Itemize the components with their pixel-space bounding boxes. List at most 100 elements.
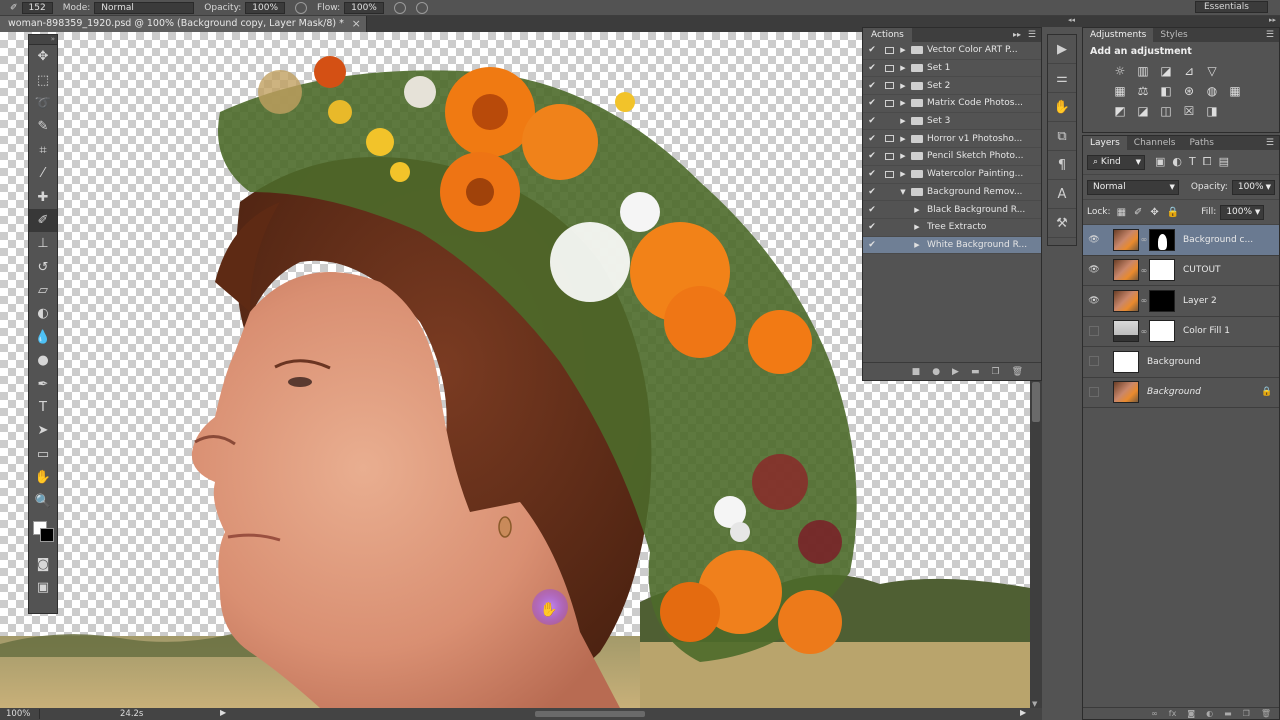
action-item[interactable]: ✔ ▶ Tree Extracto xyxy=(863,219,1041,237)
toggle-check-icon[interactable]: ✔ xyxy=(863,134,881,144)
brush-tool-icon[interactable]: ✐ xyxy=(29,208,57,233)
dialog-toggle-icon[interactable] xyxy=(881,44,897,56)
chevron-right-icon[interactable]: ▶ xyxy=(897,64,909,72)
dialog-toggle-icon[interactable] xyxy=(881,239,897,251)
dialog-toggle-icon[interactable] xyxy=(881,204,897,216)
toggle-check-icon[interactable]: ✔ xyxy=(863,63,881,73)
history-panel-icon[interactable]: ⧉ xyxy=(1048,122,1076,151)
shape-tool-icon[interactable]: ▭ xyxy=(29,443,57,466)
paint-bucket-tool-icon[interactable]: ◐ xyxy=(29,302,57,325)
chain-link-icon[interactable]: ∞ xyxy=(1139,266,1149,275)
dialog-toggle-icon[interactable] xyxy=(881,115,897,127)
zoom-tool-icon[interactable]: 🔍 xyxy=(29,489,57,512)
tool-presets-icon[interactable]: ⚒ xyxy=(1048,209,1076,238)
dialog-toggle-icon[interactable] xyxy=(881,221,897,233)
paragraph-panel-icon[interactable]: ¶ xyxy=(1048,151,1076,180)
opacity-field[interactable]: 100% xyxy=(245,1,286,14)
layer-thumbnail[interactable] xyxy=(1113,228,1139,251)
toggle-check-icon[interactable]: ✔ xyxy=(863,187,881,197)
toggle-check-icon[interactable]: ✔ xyxy=(863,240,881,250)
blend-mode-select[interactable]: Normal ▼ xyxy=(1087,179,1179,195)
layer-mask-thumbnail[interactable] xyxy=(1149,320,1175,343)
blur-tool-icon[interactable]: 💧 xyxy=(29,326,57,349)
action-item[interactable]: ✔ ▶ Set 2 xyxy=(863,77,1041,96)
adjustment-type-icon[interactable]: ◨ xyxy=(1205,104,1219,118)
properties-panel-icon[interactable]: ⚌ xyxy=(1048,64,1076,93)
panel-menu-icon[interactable]: ☰ xyxy=(1028,28,1036,42)
visibility-eye-icon[interactable] xyxy=(1083,356,1105,367)
adjustment-type-icon[interactable]: ⊛ xyxy=(1182,84,1196,98)
lock-all-icon[interactable]: 🔒 xyxy=(1167,207,1179,218)
layer-name[interactable]: Background c... xyxy=(1183,235,1279,245)
chain-link-icon[interactable]: ∞ xyxy=(1139,235,1149,244)
airbrush-icon[interactable] xyxy=(393,1,406,14)
layer-name[interactable]: CUTOUT xyxy=(1183,265,1279,275)
adjustment-type-icon[interactable]: ◍ xyxy=(1205,84,1219,98)
workspace-switcher[interactable]: Essentials xyxy=(1194,1,1268,13)
visibility-eye-icon[interactable] xyxy=(1083,325,1105,337)
layer-row[interactable]: ∞ Color Fill 1 xyxy=(1083,317,1279,347)
chevron-right-icon[interactable]: ▶ xyxy=(897,82,909,90)
dialog-toggle-icon[interactable] xyxy=(881,168,897,180)
layer-opacity-field[interactable]: 100% ▼ xyxy=(1231,179,1275,195)
chain-link-icon[interactable]: ∞ xyxy=(1139,327,1149,336)
shape-filter-icon[interactable]: ⧠ xyxy=(1203,155,1212,169)
layer-name[interactable]: Layer 2 xyxy=(1183,296,1279,306)
adjustment-type-icon[interactable]: ☼ xyxy=(1113,64,1127,78)
chevron-right-icon[interactable]: ▶ xyxy=(897,152,909,160)
toggle-check-icon[interactable]: ✔ xyxy=(863,98,881,108)
panel-menu-icon[interactable]: ☰ xyxy=(1266,136,1274,150)
layer-fill-field[interactable]: 100% ▼ xyxy=(1220,204,1265,220)
chevron-right-icon[interactable]: ▶ xyxy=(911,206,923,214)
toggle-check-icon[interactable]: ✔ xyxy=(863,81,881,91)
dialog-toggle-icon[interactable] xyxy=(881,97,897,109)
status-menu-arrow-icon[interactable]: ▶ xyxy=(220,708,226,717)
adjustment-type-icon[interactable]: ⚖ xyxy=(1136,84,1150,98)
action-item[interactable]: ✔ ▶ Pencil Sketch Photo... xyxy=(863,148,1041,166)
layer-row[interactable]: 👁 ∞ CUTOUT xyxy=(1083,256,1279,286)
quick-select-tool-icon[interactable]: ✎ xyxy=(29,115,57,138)
adjustment-type-icon[interactable]: ▦ xyxy=(1228,84,1242,98)
lasso-tool-icon[interactable]: ➰ xyxy=(29,92,57,115)
crop-tool-icon[interactable]: ⌗ xyxy=(29,139,57,162)
tab-paths[interactable]: Paths xyxy=(1182,136,1220,150)
tab-channels[interactable]: Channels xyxy=(1127,136,1183,150)
adjustment-type-icon[interactable]: ◪ xyxy=(1136,104,1150,118)
adjustment-type-icon[interactable]: ▦ xyxy=(1113,84,1127,98)
scroll-right-icon[interactable]: ▶ xyxy=(1020,708,1026,717)
brush-preset-picker[interactable]: ✐ 152 xyxy=(10,1,53,14)
layer-mask-thumbnail[interactable] xyxy=(1149,228,1175,251)
smart-object-filter-icon[interactable]: ▤ xyxy=(1219,155,1229,169)
tab-adjustments[interactable]: Adjustments xyxy=(1083,28,1154,42)
chevron-down-icon[interactable]: ▼ xyxy=(897,188,909,196)
move-tool-icon[interactable]: ✥ xyxy=(29,45,57,68)
document-info[interactable]: 24.2s xyxy=(120,709,143,719)
adjustment-type-icon[interactable]: ▽ xyxy=(1205,64,1219,78)
pen-tool-icon[interactable]: ✒ xyxy=(29,372,57,395)
type-tool-icon[interactable]: T xyxy=(29,396,57,419)
link-layers-icon[interactable]: ∞ xyxy=(1151,709,1158,718)
toggle-check-icon[interactable]: ✔ xyxy=(863,116,881,126)
delete-layer-icon[interactable]: 🗑 xyxy=(1261,709,1271,718)
pixel-filter-icon[interactable]: ▣ xyxy=(1155,155,1165,169)
layer-style-icon[interactable]: fx xyxy=(1169,709,1177,718)
chevron-right-icon[interactable]: ▶ xyxy=(897,135,909,143)
action-item[interactable]: ✔ ▶ Set 1 xyxy=(863,60,1041,78)
brush-panel-icon[interactable]: ✋ xyxy=(1048,93,1076,122)
adjustment-type-icon[interactable]: ◩ xyxy=(1113,104,1127,118)
eraser-tool-icon[interactable]: ▱ xyxy=(29,279,57,302)
tab-styles[interactable]: Styles xyxy=(1153,28,1194,42)
toggle-check-icon[interactable]: ✔ xyxy=(863,169,881,179)
adjustment-type-icon[interactable]: ☒ xyxy=(1182,104,1196,118)
adjustment-type-icon[interactable]: ⊿ xyxy=(1182,64,1196,78)
panel-menu-icon[interactable]: ☰ xyxy=(1266,28,1274,42)
action-item[interactable]: ✔ ▶ Horror v1 Photosho... xyxy=(863,130,1041,149)
eyedropper-tool-icon[interactable]: ⁄ xyxy=(29,162,57,185)
adjustment-filter-icon[interactable]: ◐ xyxy=(1172,155,1182,169)
new-adjustment-icon[interactable]: ◐ xyxy=(1206,709,1213,718)
adjustment-type-icon[interactable]: ◧ xyxy=(1159,84,1173,98)
add-mask-icon[interactable]: ◙ xyxy=(1187,709,1195,718)
zoom-level-field[interactable]: 100% xyxy=(0,709,40,719)
action-item[interactable]: ✔ ▼ Background Remov... xyxy=(863,184,1041,202)
action-item[interactable]: ✔ ▶ Set 3 xyxy=(863,113,1041,131)
